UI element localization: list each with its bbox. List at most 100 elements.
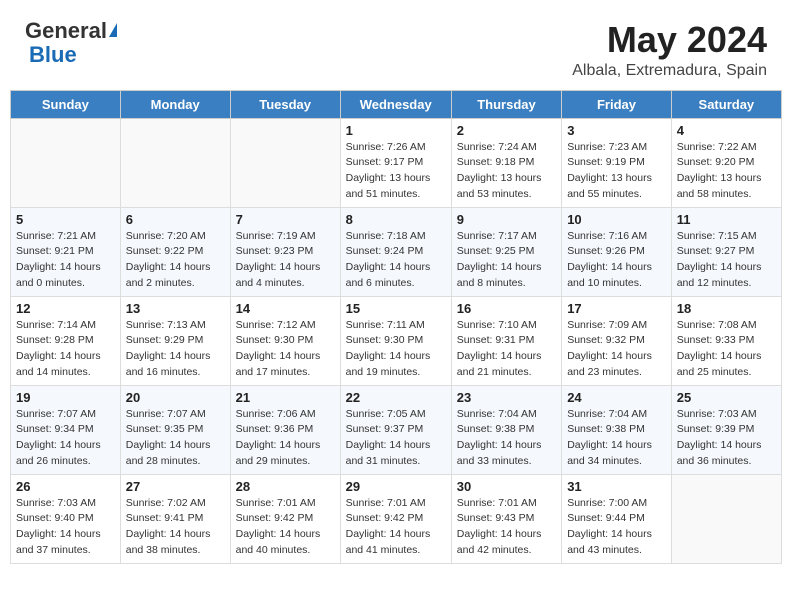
day-info-line: Sunset: 9:36 PM [236,422,335,438]
day-number: 8 [346,212,446,227]
day-info-line: Daylight: 14 hours [677,438,776,454]
day-info-line: Sunset: 9:41 PM [126,511,225,527]
calendar-cell: 22Sunrise: 7:05 AMSunset: 9:37 PMDayligh… [340,385,451,474]
day-info-line: Sunset: 9:24 PM [346,244,446,260]
day-info-line: Daylight: 13 hours [567,171,666,187]
day-info-line: and 14 minutes. [16,365,115,381]
day-info-line: and 6 minutes. [346,276,446,292]
day-info-line: and 2 minutes. [126,276,225,292]
day-info-line: Sunset: 9:30 PM [346,333,446,349]
day-number: 13 [126,301,225,316]
calendar-cell: 23Sunrise: 7:04 AMSunset: 9:38 PMDayligh… [451,385,561,474]
day-info-line: and 51 minutes. [346,187,446,203]
calendar-cell: 26Sunrise: 7:03 AMSunset: 9:40 PMDayligh… [11,474,121,563]
day-info-line: and 42 minutes. [457,543,556,559]
day-info-line: Daylight: 14 hours [677,260,776,276]
day-info-line: Sunrise: 7:03 AM [677,407,776,423]
logo-triangle-icon [109,23,117,37]
day-info-line: Sunrise: 7:11 AM [346,318,446,334]
day-number: 26 [16,479,115,494]
weekday-header-tuesday: Tuesday [230,90,340,118]
calendar-cell: 12Sunrise: 7:14 AMSunset: 9:28 PMDayligh… [11,296,121,385]
day-info-line: Sunset: 9:23 PM [236,244,335,260]
day-info-line: Daylight: 14 hours [346,349,446,365]
day-info-line: Sunset: 9:31 PM [457,333,556,349]
day-info-line: and 12 minutes. [677,276,776,292]
calendar-cell: 7Sunrise: 7:19 AMSunset: 9:23 PMDaylight… [230,207,340,296]
logo-general-text: General [25,20,107,42]
day-number: 3 [567,123,666,138]
day-info-line: Sunset: 9:38 PM [567,422,666,438]
calendar-cell: 16Sunrise: 7:10 AMSunset: 9:31 PMDayligh… [451,296,561,385]
day-info-line: and 19 minutes. [346,365,446,381]
day-info-line: Sunset: 9:20 PM [677,155,776,171]
day-info-line: and 33 minutes. [457,454,556,470]
calendar-cell: 27Sunrise: 7:02 AMSunset: 9:41 PMDayligh… [120,474,230,563]
day-info-line: Sunrise: 7:03 AM [16,496,115,512]
weekday-header-friday: Friday [562,90,672,118]
weekday-header-thursday: Thursday [451,90,561,118]
calendar-cell [120,118,230,207]
day-info-line: Sunrise: 7:01 AM [236,496,335,512]
calendar-cell: 14Sunrise: 7:12 AMSunset: 9:30 PMDayligh… [230,296,340,385]
day-info-line: Sunset: 9:37 PM [346,422,446,438]
day-info-line: Sunset: 9:43 PM [457,511,556,527]
day-info-line: Sunset: 9:42 PM [346,511,446,527]
calendar-cell: 1Sunrise: 7:26 AMSunset: 9:17 PMDaylight… [340,118,451,207]
day-info-line: Daylight: 13 hours [346,171,446,187]
day-info-line: and 38 minutes. [126,543,225,559]
day-info-line: and 4 minutes. [236,276,335,292]
day-number: 6 [126,212,225,227]
day-info-line: Sunrise: 7:07 AM [126,407,225,423]
day-info-line: Sunset: 9:22 PM [126,244,225,260]
day-info-line: Sunrise: 7:05 AM [346,407,446,423]
day-info-line: Sunset: 9:33 PM [677,333,776,349]
weekday-header-sunday: Sunday [11,90,121,118]
day-info-line: Sunrise: 7:15 AM [677,229,776,245]
calendar-cell: 8Sunrise: 7:18 AMSunset: 9:24 PMDaylight… [340,207,451,296]
day-info-line: Daylight: 14 hours [346,260,446,276]
day-info-line: Daylight: 14 hours [16,349,115,365]
day-info-line: Sunrise: 7:23 AM [567,140,666,156]
day-info-line: Sunset: 9:18 PM [457,155,556,171]
day-info-line: Sunrise: 7:13 AM [126,318,225,334]
calendar-cell: 3Sunrise: 7:23 AMSunset: 9:19 PMDaylight… [562,118,672,207]
calendar-cell: 6Sunrise: 7:20 AMSunset: 9:22 PMDaylight… [120,207,230,296]
day-info-line: and 34 minutes. [567,454,666,470]
day-number: 7 [236,212,335,227]
day-info-line: Sunset: 9:28 PM [16,333,115,349]
day-info-line: Daylight: 14 hours [126,527,225,543]
day-info-line: Daylight: 14 hours [457,527,556,543]
calendar-cell: 9Sunrise: 7:17 AMSunset: 9:25 PMDaylight… [451,207,561,296]
day-number: 23 [457,390,556,405]
calendar-week-row: 12Sunrise: 7:14 AMSunset: 9:28 PMDayligh… [11,296,782,385]
month-title: May 2024 [572,20,767,60]
day-number: 1 [346,123,446,138]
calendar-body: 1Sunrise: 7:26 AMSunset: 9:17 PMDaylight… [11,118,782,563]
day-info-line: Daylight: 14 hours [236,349,335,365]
logo: General Blue [25,20,117,68]
day-info-line: Sunrise: 7:01 AM [346,496,446,512]
day-info-line: Daylight: 14 hours [346,438,446,454]
day-info-line: and 58 minutes. [677,187,776,203]
day-number: 16 [457,301,556,316]
day-info-line: Sunrise: 7:07 AM [16,407,115,423]
day-info-line: Daylight: 14 hours [567,527,666,543]
day-info-line: Daylight: 14 hours [16,527,115,543]
day-info-line: and 53 minutes. [457,187,556,203]
day-info-line: and 40 minutes. [236,543,335,559]
day-info-line: Sunrise: 7:09 AM [567,318,666,334]
day-number: 4 [677,123,776,138]
calendar-cell: 5Sunrise: 7:21 AMSunset: 9:21 PMDaylight… [11,207,121,296]
calendar-table: SundayMondayTuesdayWednesdayThursdayFrid… [10,90,782,564]
day-number: 19 [16,390,115,405]
calendar-cell: 31Sunrise: 7:00 AMSunset: 9:44 PMDayligh… [562,474,672,563]
day-info-line: Daylight: 14 hours [236,527,335,543]
day-info-line: Sunset: 9:26 PM [567,244,666,260]
day-number: 24 [567,390,666,405]
day-info-line: and 16 minutes. [126,365,225,381]
day-info-line: Sunset: 9:27 PM [677,244,776,260]
calendar-cell: 17Sunrise: 7:09 AMSunset: 9:32 PMDayligh… [562,296,672,385]
day-info-line: and 41 minutes. [346,543,446,559]
calendar-cell: 28Sunrise: 7:01 AMSunset: 9:42 PMDayligh… [230,474,340,563]
